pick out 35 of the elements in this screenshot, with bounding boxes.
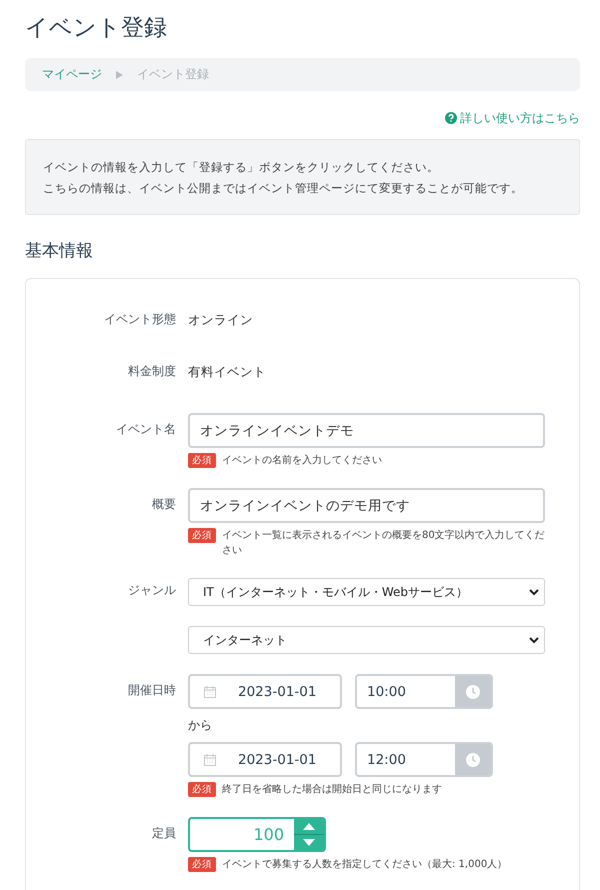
calendar-icon xyxy=(204,686,216,698)
field-value: オンライン xyxy=(188,312,253,327)
help-text: イベント一覧に表示されるイベントの概要を80文字以内で入力してください xyxy=(222,528,545,558)
field-label: 開催日時 xyxy=(128,683,176,697)
field-label: 概要 xyxy=(152,497,176,511)
field-value: 有料イベント xyxy=(188,364,266,379)
field-label: 定員 xyxy=(152,826,176,840)
help-icon xyxy=(445,112,457,124)
input-field[interactable]: オンラインイベントデモ xyxy=(188,413,545,448)
breadcrumb-item: イベント登録 xyxy=(137,66,209,83)
field-label: 料金制度 xyxy=(128,364,176,378)
date-field[interactable]: 2023-01-01 xyxy=(188,742,342,777)
section-title: 基本情報 xyxy=(25,240,94,262)
field-label: ジャンル xyxy=(128,583,176,597)
help-text: イベントの名前を入力してください xyxy=(222,454,382,468)
separator-icon xyxy=(116,70,123,78)
page-title: イベント登録 xyxy=(25,14,168,43)
field-label: イベント形態 xyxy=(104,312,176,326)
help-text: 終了日を省略した場合は開始日と同じになります xyxy=(222,782,442,797)
chevron-icon xyxy=(529,636,539,644)
required-badge: 必須 xyxy=(188,453,216,468)
help-text: イベントで募集する人数を指定してください（最大: 1,000人） xyxy=(222,858,508,872)
chevron-icon xyxy=(529,588,539,596)
required-badge: 必須 xyxy=(188,857,216,872)
range-separator-text: から xyxy=(188,717,213,734)
calendar-icon xyxy=(204,754,216,766)
notice-text: こちらの情報は、イベント公開まではイベント管理ページにて変更することが可能です。 xyxy=(43,180,524,197)
required-badge: 必須 xyxy=(188,528,216,543)
field-label: イベント名 xyxy=(116,422,176,436)
required-badge: 必須 xyxy=(188,782,216,797)
input-field[interactable]: オンラインイベントのデモ用です xyxy=(188,488,545,523)
select-field[interactable]: IT（インターネット・モバイル・Webサービス） xyxy=(188,578,545,606)
notice-text: イベントの情報を入力して「登録する」ボタンをクリックしてください。 xyxy=(43,159,440,176)
date-field[interactable]: 2023-01-01 xyxy=(188,674,342,709)
select-field[interactable]: インターネット xyxy=(188,626,545,654)
